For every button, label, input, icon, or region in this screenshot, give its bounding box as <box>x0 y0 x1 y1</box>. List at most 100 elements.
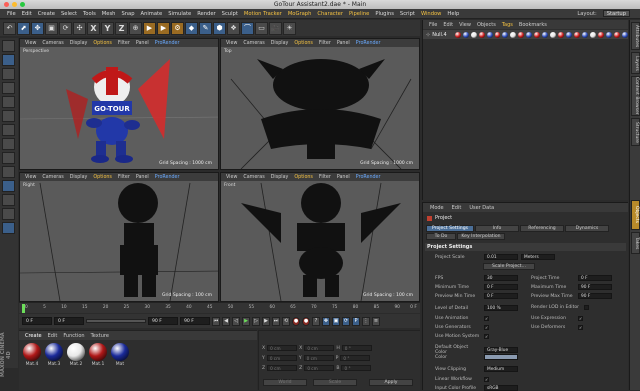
material-menu-function[interactable]: Function <box>60 333 87 339</box>
viewport-menu-filter[interactable]: Filter <box>115 41 133 46</box>
viewport-menu-view[interactable]: View <box>22 41 39 46</box>
om-menu-bookmarks[interactable]: Bookmarks <box>516 22 550 28</box>
om-menu-tags[interactable]: Tags <box>499 22 516 28</box>
maximum-time-field[interactable]: 90 F <box>578 284 612 290</box>
viewport-menu-display[interactable]: Display <box>268 41 292 46</box>
tweak-mode-icon[interactable] <box>2 166 15 178</box>
attr-menu-mode[interactable]: Mode <box>426 205 448 211</box>
project-scale-field[interactable]: 0.01 <box>484 254 518 260</box>
material-tag-icon[interactable] <box>590 31 597 38</box>
om-menu-edit[interactable]: Edit <box>440 22 456 28</box>
viewport-menu-cameras[interactable]: Cameras <box>39 41 66 46</box>
viewport-menu-cameras[interactable]: Cameras <box>39 175 66 180</box>
keyframe-selection-button[interactable]: ? <box>312 316 320 326</box>
uv-mode-icon[interactable] <box>2 138 15 150</box>
perspective-viewport[interactable]: GO-TOUR View Cameras Display Options Fil… <box>19 38 219 170</box>
material-tag-icon[interactable] <box>478 31 485 38</box>
material-tag-icon[interactable] <box>558 31 565 38</box>
tab-content-browser-vertical[interactable]: Content Browser <box>631 76 640 116</box>
floor-button[interactable]: ▭ <box>255 21 268 35</box>
viewport-menu-view[interactable]: View <box>223 41 240 46</box>
next-key-button[interactable]: ▶ <box>262 316 270 326</box>
viewport-menu-display[interactable]: Display <box>67 175 91 180</box>
size-x-field[interactable]: 0 cm <box>304 345 335 351</box>
viewport-menu-filter[interactable]: Filter <box>316 175 334 180</box>
material-item[interactable]: Mat.1 <box>88 343 108 367</box>
menu-motion-tracker[interactable]: Motion Tracker <box>241 11 285 17</box>
texture-mode-icon[interactable] <box>2 68 15 80</box>
menu-simulate[interactable]: Simulate <box>165 11 194 17</box>
material-item[interactable]: Mat.2 <box>66 343 86 367</box>
material-tag-icon[interactable] <box>566 31 573 38</box>
viewport-menu-display[interactable]: Display <box>268 175 292 180</box>
linear-workflow-checkbox[interactable]: ✓ <box>484 377 489 382</box>
menu-mograph[interactable]: MoGraph <box>285 11 315 17</box>
input-color-profile-dropdown[interactable]: sRGB <box>484 385 518 391</box>
render-picture-viewer-button[interactable]: ▶ <box>157 21 170 35</box>
preview-max-time-field[interactable]: 90 F <box>578 293 612 299</box>
size-y-field[interactable]: 0 cm <box>303 355 334 361</box>
material-menu-texture[interactable]: Texture <box>88 333 112 339</box>
record-position-button[interactable]: ✥ <box>322 316 330 326</box>
level-of-detail-field[interactable]: 100 % <box>484 305 518 311</box>
material-tag-icon[interactable] <box>526 31 533 38</box>
material-tag-icon[interactable] <box>486 31 493 38</box>
material-menu-create[interactable]: Create <box>22 333 45 339</box>
workplane-lock-icon[interactable] <box>2 194 15 206</box>
menu-create[interactable]: Create <box>35 11 58 17</box>
record-rotation-button[interactable]: ⟳ <box>342 316 350 326</box>
go-to-end-button[interactable]: ⏭ <box>272 316 280 326</box>
material-tag-icon[interactable] <box>470 31 477 38</box>
om-menu-objects[interactable]: Objects <box>474 22 499 28</box>
object-row-null[interactable]: ⊹ Null.4 <box>423 30 628 39</box>
coordinate-mode-dropdown[interactable]: World <box>263 379 307 386</box>
front-viewport[interactable]: View Cameras Display Options Filter Pane… <box>220 172 420 302</box>
close-window-button[interactable] <box>4 2 9 7</box>
preview-max-field[interactable]: 90 F <box>180 317 210 325</box>
frame-range-slider[interactable] <box>86 319 146 323</box>
timeline-ruler[interactable]: 0 5 10 15 20 25 30 35 40 45 50 55 60 65 70 75 80 85 90 0 F <box>19 302 420 313</box>
fps-field[interactable]: 30 <box>484 275 518 281</box>
viewport-menu-view[interactable]: View <box>22 175 39 180</box>
position-x-field[interactable]: 0 cm <box>267 345 298 351</box>
viewport-menu-filter[interactable]: Filter <box>115 175 133 180</box>
use-deformers-checkbox[interactable]: ✓ <box>578 325 583 330</box>
z-axis-lock-button[interactable]: Z <box>115 21 128 35</box>
live-selection-button[interactable]: ⬈ <box>17 21 30 35</box>
menu-tools[interactable]: Tools <box>80 11 99 17</box>
tab-project-settings[interactable]: Project Settings <box>426 225 474 232</box>
pen-spline-button[interactable]: ✎ <box>199 21 212 35</box>
record-parameter-button[interactable]: P <box>352 316 360 326</box>
tab-structure-vertical[interactable]: Structure <box>631 118 640 146</box>
record-button[interactable]: ● <box>292 316 300 326</box>
viewport-menu-prorender[interactable]: ProRender <box>152 175 183 180</box>
render-view-button[interactable]: ▶ <box>143 21 156 35</box>
view-clipping-dropdown[interactable]: Medium <box>484 366 518 372</box>
menu-snap[interactable]: Snap <box>118 11 137 17</box>
camera-button[interactable]: 🎥 <box>269 21 282 35</box>
minimum-time-field[interactable]: 0 F <box>484 284 518 290</box>
position-z-field[interactable]: 0 cm <box>267 365 298 371</box>
tab-attributes-vertical[interactable]: Attributes <box>631 22 640 50</box>
menu-window[interactable]: Window <box>418 11 444 17</box>
material-tag-icon[interactable] <box>622 31 628 38</box>
material-tag-icon[interactable] <box>550 31 557 38</box>
viewport-menu-panel[interactable]: Panel <box>133 175 152 180</box>
material-tag-icon[interactable] <box>454 31 461 38</box>
material-tag-icon[interactable] <box>574 31 581 38</box>
record-pla-button[interactable]: ⋮ <box>362 316 370 326</box>
x-axis-lock-button[interactable]: X <box>87 21 100 35</box>
planar-workplane-icon[interactable] <box>2 222 15 234</box>
viewport-menu-options[interactable]: Options <box>291 175 316 180</box>
y-axis-lock-button[interactable]: Y <box>101 21 114 35</box>
material-tag-icon[interactable] <box>494 31 501 38</box>
loop-button[interactable]: ⟲ <box>282 316 290 326</box>
light-button[interactable]: ☀ <box>283 21 296 35</box>
previous-key-button[interactable]: ◀ <box>222 316 230 326</box>
layout-dropdown[interactable]: Startup <box>602 10 630 17</box>
menu-edit[interactable]: Edit <box>19 11 35 17</box>
record-scale-button[interactable]: ▣ <box>332 316 340 326</box>
material-tag-icon[interactable] <box>462 31 469 38</box>
menu-mesh[interactable]: Mesh <box>99 11 119 17</box>
previous-frame-button[interactable]: ◁ <box>232 316 240 326</box>
